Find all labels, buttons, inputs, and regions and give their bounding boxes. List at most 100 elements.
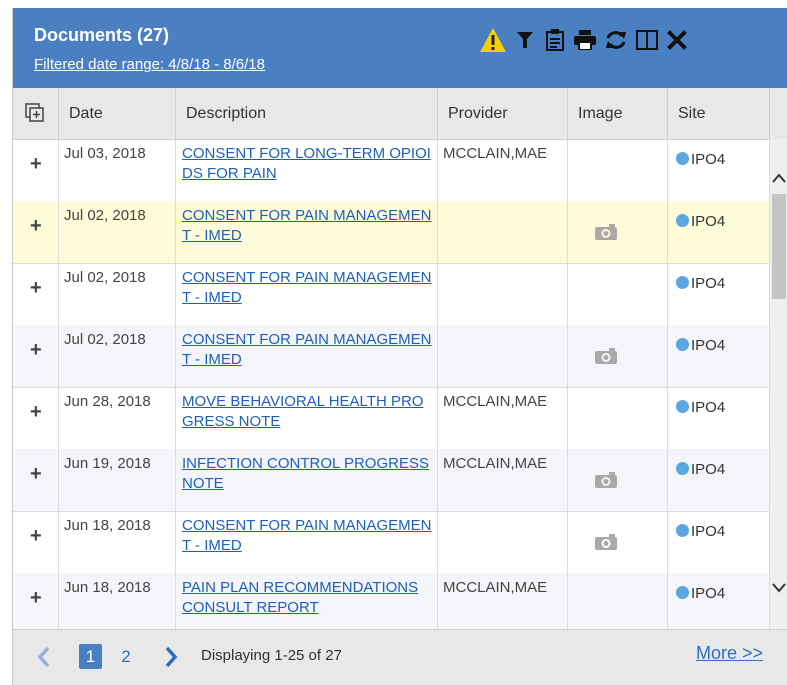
row-description-link[interactable]: CONSENT FOR LONG-TERM OPIOIDS FOR PAIN [176, 139, 438, 201]
row-date: Jun 18, 2018 [59, 511, 176, 573]
vertical-scrollbar[interactable] [770, 139, 787, 629]
panel-title: Documents (27) [34, 25, 170, 45]
table-row[interactable]: + Jul 02, 2018 CONSENT FOR PAIN MANAGEME… [13, 263, 770, 326]
table-row[interactable]: + Jul 02, 2018 CONSENT FOR PAIN MANAGEME… [13, 201, 770, 264]
more-link[interactable]: More >> [696, 643, 763, 664]
scrollbar-thumb[interactable] [772, 194, 786, 299]
site-status-icon [676, 152, 689, 165]
panel-header: Documents (27) Filtered date range: 4/8/… [13, 8, 787, 88]
row-provider [438, 263, 568, 325]
row-site: IPO4 [668, 511, 770, 573]
row-image [568, 325, 668, 387]
row-site: IPO4 [668, 387, 770, 449]
previous-page-icon[interactable] [37, 646, 51, 668]
row-provider: MCCLAIN,MAE [438, 573, 568, 629]
displaying-count: Displaying 1-25 of 27 [201, 647, 342, 664]
row-site-label: IPO4 [691, 461, 726, 478]
row-site: IPO4 [668, 201, 770, 263]
refresh-icon[interactable] [601, 24, 631, 56]
clipboard-icon[interactable] [540, 24, 570, 56]
row-description-link[interactable]: CONSENT FOR PAIN MANAGEMENT - IMED [176, 201, 438, 263]
row-site: IPO4 [668, 139, 770, 201]
filter-icon[interactable] [510, 24, 540, 56]
expand-row-icon[interactable]: + [30, 525, 42, 548]
expand-row-icon[interactable]: + [30, 463, 42, 486]
row-provider: MCCLAIN,MAE [438, 387, 568, 449]
row-date: Jun 19, 2018 [59, 449, 176, 511]
row-date: Jun 18, 2018 [59, 573, 176, 629]
table-row[interactable]: + Jun 19, 2018 INFECTION CONTROL PROGRES… [13, 449, 770, 512]
row-provider [438, 201, 568, 263]
row-provider [438, 325, 568, 387]
column-description[interactable]: Description [176, 88, 438, 139]
table-row[interactable]: + Jul 03, 2018 CONSENT FOR LONG-TERM OPI… [13, 139, 770, 202]
row-description-link[interactable]: PAIN PLAN RECOMMENDATIONS CONSULT REPORT [176, 573, 438, 629]
row-provider [438, 511, 568, 573]
documents-panel: Documents (27) Filtered date range: 4/8/… [12, 8, 787, 685]
scroll-up-icon[interactable] [772, 173, 786, 183]
row-date: Jun 28, 2018 [59, 387, 176, 449]
row-site: IPO4 [668, 449, 770, 511]
row-description-link[interactable]: CONSENT FOR PAIN MANAGEMENT - IMED [176, 325, 438, 387]
expand-row-icon[interactable]: + [30, 277, 42, 300]
site-status-icon [676, 524, 689, 537]
row-site-label: IPO4 [691, 213, 726, 230]
camera-icon[interactable] [594, 533, 618, 551]
row-image [568, 573, 668, 629]
row-site-label: IPO4 [691, 275, 726, 292]
expand-row-icon[interactable]: + [30, 401, 42, 424]
column-header-row: Date Description Provider Image Site [13, 88, 787, 140]
column-image[interactable]: Image [568, 88, 668, 139]
row-provider: MCCLAIN,MAE [438, 449, 568, 511]
table-row[interactable]: + Jul 02, 2018 CONSENT FOR PAIN MANAGEME… [13, 325, 770, 388]
row-site: IPO4 [668, 325, 770, 387]
row-description-link[interactable]: CONSENT FOR PAIN MANAGEMENT - IMED [176, 511, 438, 573]
site-status-icon [676, 586, 689, 599]
row-date: Jul 02, 2018 [59, 263, 176, 325]
site-status-icon [676, 276, 689, 289]
expand-row-icon[interactable]: + [30, 587, 42, 610]
row-description-link[interactable]: MOVE BEHAVIORAL HEALTH PROGRESS NOTE [176, 387, 438, 449]
column-site[interactable]: Site [668, 88, 770, 139]
table-row[interactable]: + Jun 18, 2018 PAIN PLAN RECOMMENDATIONS… [13, 573, 770, 629]
row-site-label: IPO4 [691, 523, 726, 540]
camera-icon[interactable] [594, 223, 618, 241]
row-date: Jul 02, 2018 [59, 325, 176, 387]
row-image [568, 139, 668, 201]
row-image [568, 449, 668, 511]
column-provider[interactable]: Provider [438, 88, 568, 139]
site-status-icon [676, 338, 689, 351]
page-2-button[interactable]: 2 [117, 644, 135, 669]
table-row[interactable]: + Jun 18, 2018 CONSENT FOR PAIN MANAGEME… [13, 511, 770, 574]
expand-all-icon[interactable] [13, 88, 59, 139]
column-date[interactable]: Date [59, 88, 176, 139]
expand-row-icon[interactable]: + [30, 339, 42, 362]
row-description-link[interactable]: CONSENT FOR PAIN MANAGEMENT - IMED [176, 263, 438, 325]
row-site: IPO4 [668, 263, 770, 325]
scroll-down-icon[interactable] [772, 583, 786, 593]
row-image [568, 511, 668, 573]
expand-row-icon[interactable]: + [30, 153, 42, 176]
columns-icon[interactable] [632, 24, 662, 56]
row-site-label: IPO4 [691, 337, 726, 354]
table-row[interactable]: + Jun 28, 2018 MOVE BEHAVIORAL HEALTH PR… [13, 387, 770, 450]
row-description-link[interactable]: INFECTION CONTROL PROGRESS NOTE [176, 449, 438, 511]
warning-icon[interactable] [478, 24, 508, 56]
filtered-date-range-link[interactable]: Filtered date range: 4/8/18 - 8/6/18 [34, 56, 265, 73]
next-page-icon[interactable] [164, 646, 178, 668]
site-status-icon [676, 400, 689, 413]
camera-icon[interactable] [594, 347, 618, 365]
site-status-icon [676, 462, 689, 475]
row-site-label: IPO4 [691, 151, 726, 168]
page-1-button[interactable]: 1 [79, 644, 102, 669]
row-image [568, 201, 668, 263]
close-icon[interactable] [662, 24, 692, 56]
expand-row-icon[interactable]: + [30, 215, 42, 238]
row-provider: MCCLAIN,MAE [438, 139, 568, 201]
print-icon[interactable] [570, 24, 600, 56]
pagination-bar: 1 2 Displaying 1-25 of 27 More >> [13, 629, 787, 685]
camera-icon[interactable] [594, 471, 618, 489]
row-site-label: IPO4 [691, 585, 726, 602]
row-image [568, 387, 668, 449]
row-date: Jul 03, 2018 [59, 139, 176, 201]
